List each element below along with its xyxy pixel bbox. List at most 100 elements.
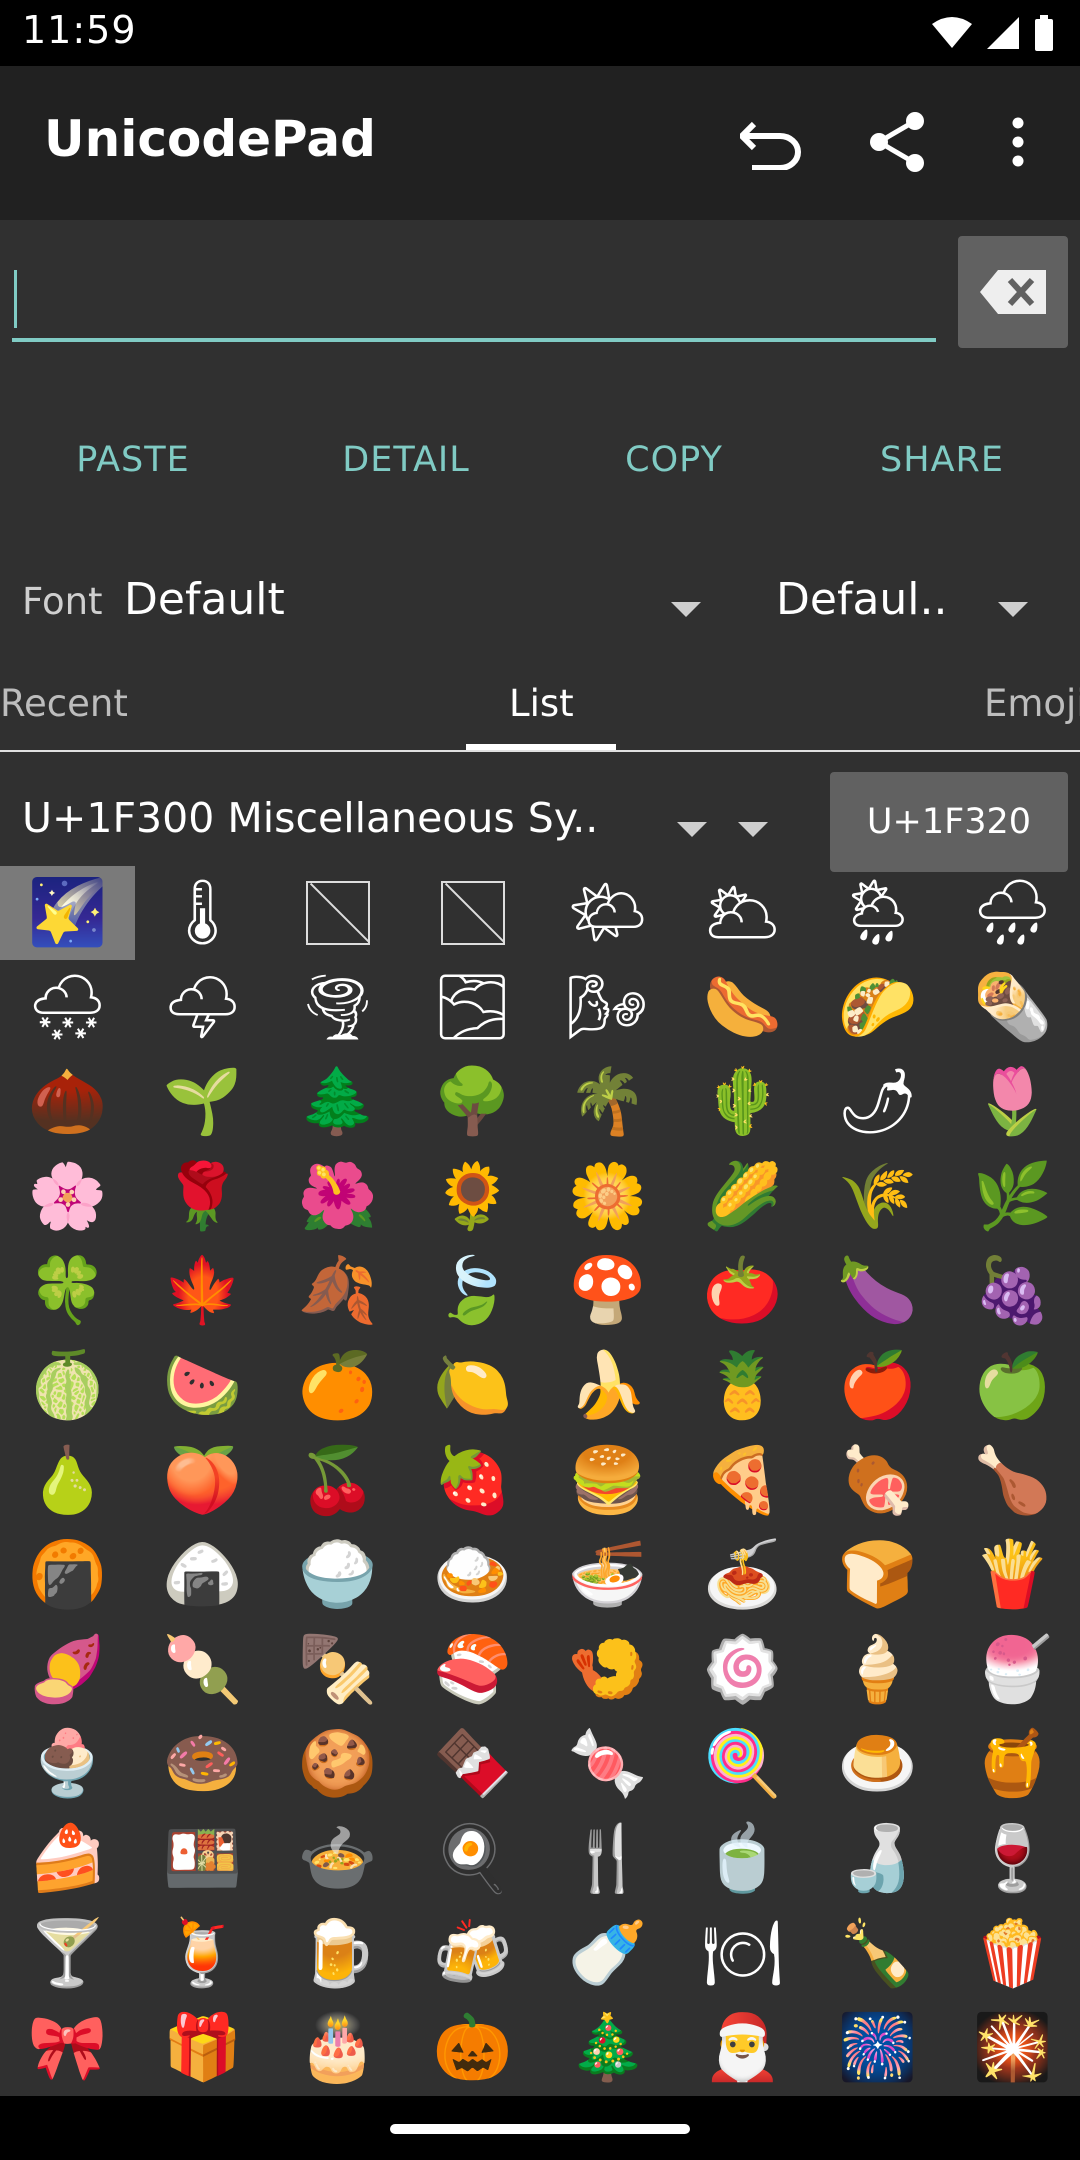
character-cell[interactable]: 🍠 bbox=[0, 1623, 135, 1717]
character-cell[interactable]: 🍁 bbox=[135, 1244, 270, 1338]
character-cell[interactable]: 🍲 bbox=[270, 1812, 405, 1906]
more-vert-icon[interactable] bbox=[982, 106, 1054, 178]
home-gesture-handle[interactable] bbox=[390, 2124, 690, 2134]
character-cell[interactable]: 🌦 bbox=[810, 866, 945, 960]
character-cell[interactable]: 🌵 bbox=[675, 1055, 810, 1149]
character-cell[interactable]: 🌽 bbox=[675, 1150, 810, 1244]
character-cell[interactable]: 🍦 bbox=[810, 1623, 945, 1717]
share-icon[interactable] bbox=[862, 106, 934, 178]
character-cell[interactable]: 🍸 bbox=[0, 1907, 135, 2001]
character-cell[interactable]: 🍚 bbox=[270, 1528, 405, 1622]
locale-select[interactable]: Defaul.. bbox=[776, 574, 948, 625]
character-cell[interactable]: 🌪 bbox=[270, 961, 405, 1055]
character-cell[interactable]: 🍔 bbox=[540, 1434, 675, 1528]
share-button[interactable]: SHARE bbox=[827, 410, 1057, 510]
character-cell[interactable]: 🍋 bbox=[405, 1339, 540, 1433]
character-cell[interactable]: 🍶 bbox=[810, 1812, 945, 1906]
character-cell[interactable]: 🍍 bbox=[675, 1339, 810, 1433]
character-cell[interactable]: 🌭 bbox=[675, 961, 810, 1055]
character-cell[interactable]: 🍱 bbox=[135, 1812, 270, 1906]
character-cell[interactable]: 🍛 bbox=[405, 1528, 540, 1622]
character-cell[interactable]: 🍗 bbox=[945, 1434, 1080, 1528]
character-cell[interactable]: 🎆 bbox=[810, 2001, 945, 2095]
character-cell[interactable]: 🌼 bbox=[540, 1150, 675, 1244]
character-cell[interactable]: 🍴 bbox=[540, 1812, 675, 1906]
block-dropdown-arrow-icon[interactable] bbox=[677, 822, 707, 837]
character-cell[interactable]: 🍈 bbox=[0, 1339, 135, 1433]
character-cell[interactable]: 🍝 bbox=[675, 1528, 810, 1622]
character-cell[interactable]: 🍩 bbox=[135, 1717, 270, 1811]
character-cell[interactable]: 🍬 bbox=[540, 1717, 675, 1811]
character-cell[interactable]: 🍣 bbox=[405, 1623, 540, 1717]
character-cell[interactable]: 🍽 bbox=[675, 1907, 810, 2001]
block-select[interactable]: U+1F300 Miscellaneous Sy.. bbox=[22, 794, 598, 842]
character-cell[interactable]: 🍢 bbox=[270, 1623, 405, 1717]
character-cell[interactable]: 🍓 bbox=[405, 1434, 540, 1528]
character-cell[interactable]: 🌮 bbox=[810, 961, 945, 1055]
character-cell[interactable]: 🍎 bbox=[810, 1339, 945, 1433]
character-cell[interactable]: 🍷 bbox=[945, 1812, 1080, 1906]
character-cell[interactable]: 🌥 bbox=[675, 866, 810, 960]
text-input[interactable] bbox=[12, 246, 936, 342]
character-cell[interactable]: 🍨 bbox=[0, 1717, 135, 1811]
character-cell[interactable]: 🎂 bbox=[270, 2001, 405, 2095]
character-cell[interactable]: 🍥 bbox=[675, 1623, 810, 1717]
character-cell[interactable]: 🌺 bbox=[270, 1150, 405, 1244]
backspace-button[interactable] bbox=[958, 236, 1068, 348]
tab-emoji[interactable]: Emoji bbox=[984, 682, 1080, 725]
character-cell[interactable]: 🍪 bbox=[270, 1717, 405, 1811]
character-cell[interactable]: 🌬 bbox=[540, 961, 675, 1055]
character-cell[interactable]: 🍺 bbox=[270, 1907, 405, 2001]
character-cell[interactable]: 🌲 bbox=[270, 1055, 405, 1149]
character-cell[interactable]: 🍯 bbox=[945, 1717, 1080, 1811]
character-cell[interactable]: 🌻 bbox=[405, 1150, 540, 1244]
character-cell[interactable]: 🌷 bbox=[945, 1055, 1080, 1149]
character-cell[interactable]: 🍑 bbox=[135, 1434, 270, 1528]
character-cell[interactable]: 🌶 bbox=[810, 1055, 945, 1149]
character-cell[interactable]: 🌤 bbox=[540, 866, 675, 960]
character-cell[interactable]: 🍒 bbox=[270, 1434, 405, 1528]
character-cell[interactable]: 🌿 bbox=[945, 1150, 1080, 1244]
character-cell[interactable]: 🍃 bbox=[405, 1244, 540, 1338]
character-cell[interactable]: 🍙 bbox=[135, 1528, 270, 1622]
block-dropdown-arrow-icon[interactable] bbox=[738, 822, 768, 837]
character-cell[interactable]: 🎁 bbox=[135, 2001, 270, 2095]
character-cell[interactable]: 🍭 bbox=[675, 1717, 810, 1811]
character-cell[interactable]: 🌫 bbox=[405, 961, 540, 1055]
character-cell[interactable]: 🍊 bbox=[270, 1339, 405, 1433]
character-cell[interactable]: 🌰 bbox=[0, 1055, 135, 1149]
character-cell[interactable]: 🌨 bbox=[0, 961, 135, 1055]
tab-list[interactable]: List bbox=[509, 682, 574, 725]
character-cell[interactable]: 🌹 bbox=[135, 1150, 270, 1244]
character-cell[interactable]: 🍟 bbox=[945, 1528, 1080, 1622]
character-cell[interactable]: 🍘 bbox=[0, 1528, 135, 1622]
character-cell[interactable]: 🍼 bbox=[540, 1907, 675, 2001]
character-cell[interactable]: 🌸 bbox=[0, 1150, 135, 1244]
copy-button[interactable]: COPY bbox=[559, 410, 789, 510]
paste-button[interactable]: PASTE bbox=[18, 410, 248, 510]
character-cell[interactable]: 🍜 bbox=[540, 1528, 675, 1622]
tab-recent[interactable]: Recent bbox=[0, 682, 128, 725]
character-cell[interactable]: 🍐 bbox=[0, 1434, 135, 1528]
character-cell[interactable]: 🍤 bbox=[540, 1623, 675, 1717]
character-cell[interactable]: 🍅 bbox=[675, 1244, 810, 1338]
character-cell[interactable]: 🎀 bbox=[0, 2001, 135, 2095]
character-cell[interactable]: 🍡 bbox=[135, 1623, 270, 1717]
character-cell[interactable]: 🌠 bbox=[0, 866, 135, 960]
character-cell[interactable]: 🍀 bbox=[0, 1244, 135, 1338]
font-dropdown-arrow-icon[interactable] bbox=[671, 602, 701, 617]
character-cell[interactable]: 🍾 bbox=[810, 1907, 945, 2001]
character-cell[interactable] bbox=[405, 866, 540, 960]
character-cell[interactable]: 🍵 bbox=[675, 1812, 810, 1906]
undo-icon[interactable] bbox=[736, 106, 808, 178]
character-cell[interactable]: 🎄 bbox=[540, 2001, 675, 2095]
character-cell[interactable]: 🍖 bbox=[810, 1434, 945, 1528]
character-cell[interactable]: 🍻 bbox=[405, 1907, 540, 2001]
character-cell[interactable]: 🍂 bbox=[270, 1244, 405, 1338]
detail-button[interactable]: DETAIL bbox=[291, 410, 521, 510]
character-cell[interactable]: 🍕 bbox=[675, 1434, 810, 1528]
character-cell[interactable]: 🍞 bbox=[810, 1528, 945, 1622]
character-cell[interactable]: 🌾 bbox=[810, 1150, 945, 1244]
character-cell[interactable]: 🍌 bbox=[540, 1339, 675, 1433]
character-cell[interactable]: 🍫 bbox=[405, 1717, 540, 1811]
